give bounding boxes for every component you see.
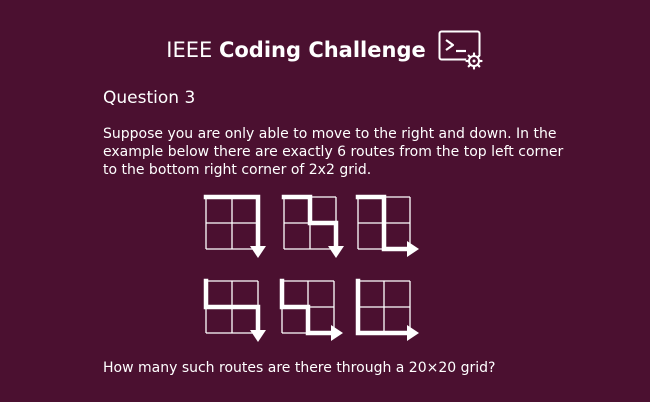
header: IEEE Coding Challenge xyxy=(0,30,650,70)
route-grid xyxy=(281,194,344,258)
arrow-head-icon xyxy=(407,241,419,257)
route-grid xyxy=(355,278,419,341)
title-light: IEEE xyxy=(166,38,213,62)
route-path xyxy=(279,278,334,336)
question-description: Suppose you are only able to move to the… xyxy=(103,126,564,178)
route-grid xyxy=(355,194,419,257)
page-title: IEEE Coding Challenge xyxy=(166,38,425,62)
question-prompt: How many such routes are there through a… xyxy=(103,360,496,376)
title-bold: Coding Challenge xyxy=(218,38,426,62)
arrow-head-icon xyxy=(407,325,419,341)
route-path xyxy=(355,194,410,252)
route-path xyxy=(355,278,410,336)
arrow-head-icon xyxy=(331,325,343,341)
route-grid xyxy=(203,278,266,342)
route-grid xyxy=(279,278,343,341)
terminal-gear-icon xyxy=(438,30,483,70)
question-label: Question 3 xyxy=(103,88,196,108)
route-path xyxy=(203,194,261,249)
route-grid xyxy=(203,194,266,258)
arrow-head-icon xyxy=(250,246,266,258)
route-path xyxy=(281,194,339,249)
route-path xyxy=(203,278,261,333)
arrow-head-icon xyxy=(328,246,344,258)
arrow-head-icon xyxy=(250,330,266,342)
